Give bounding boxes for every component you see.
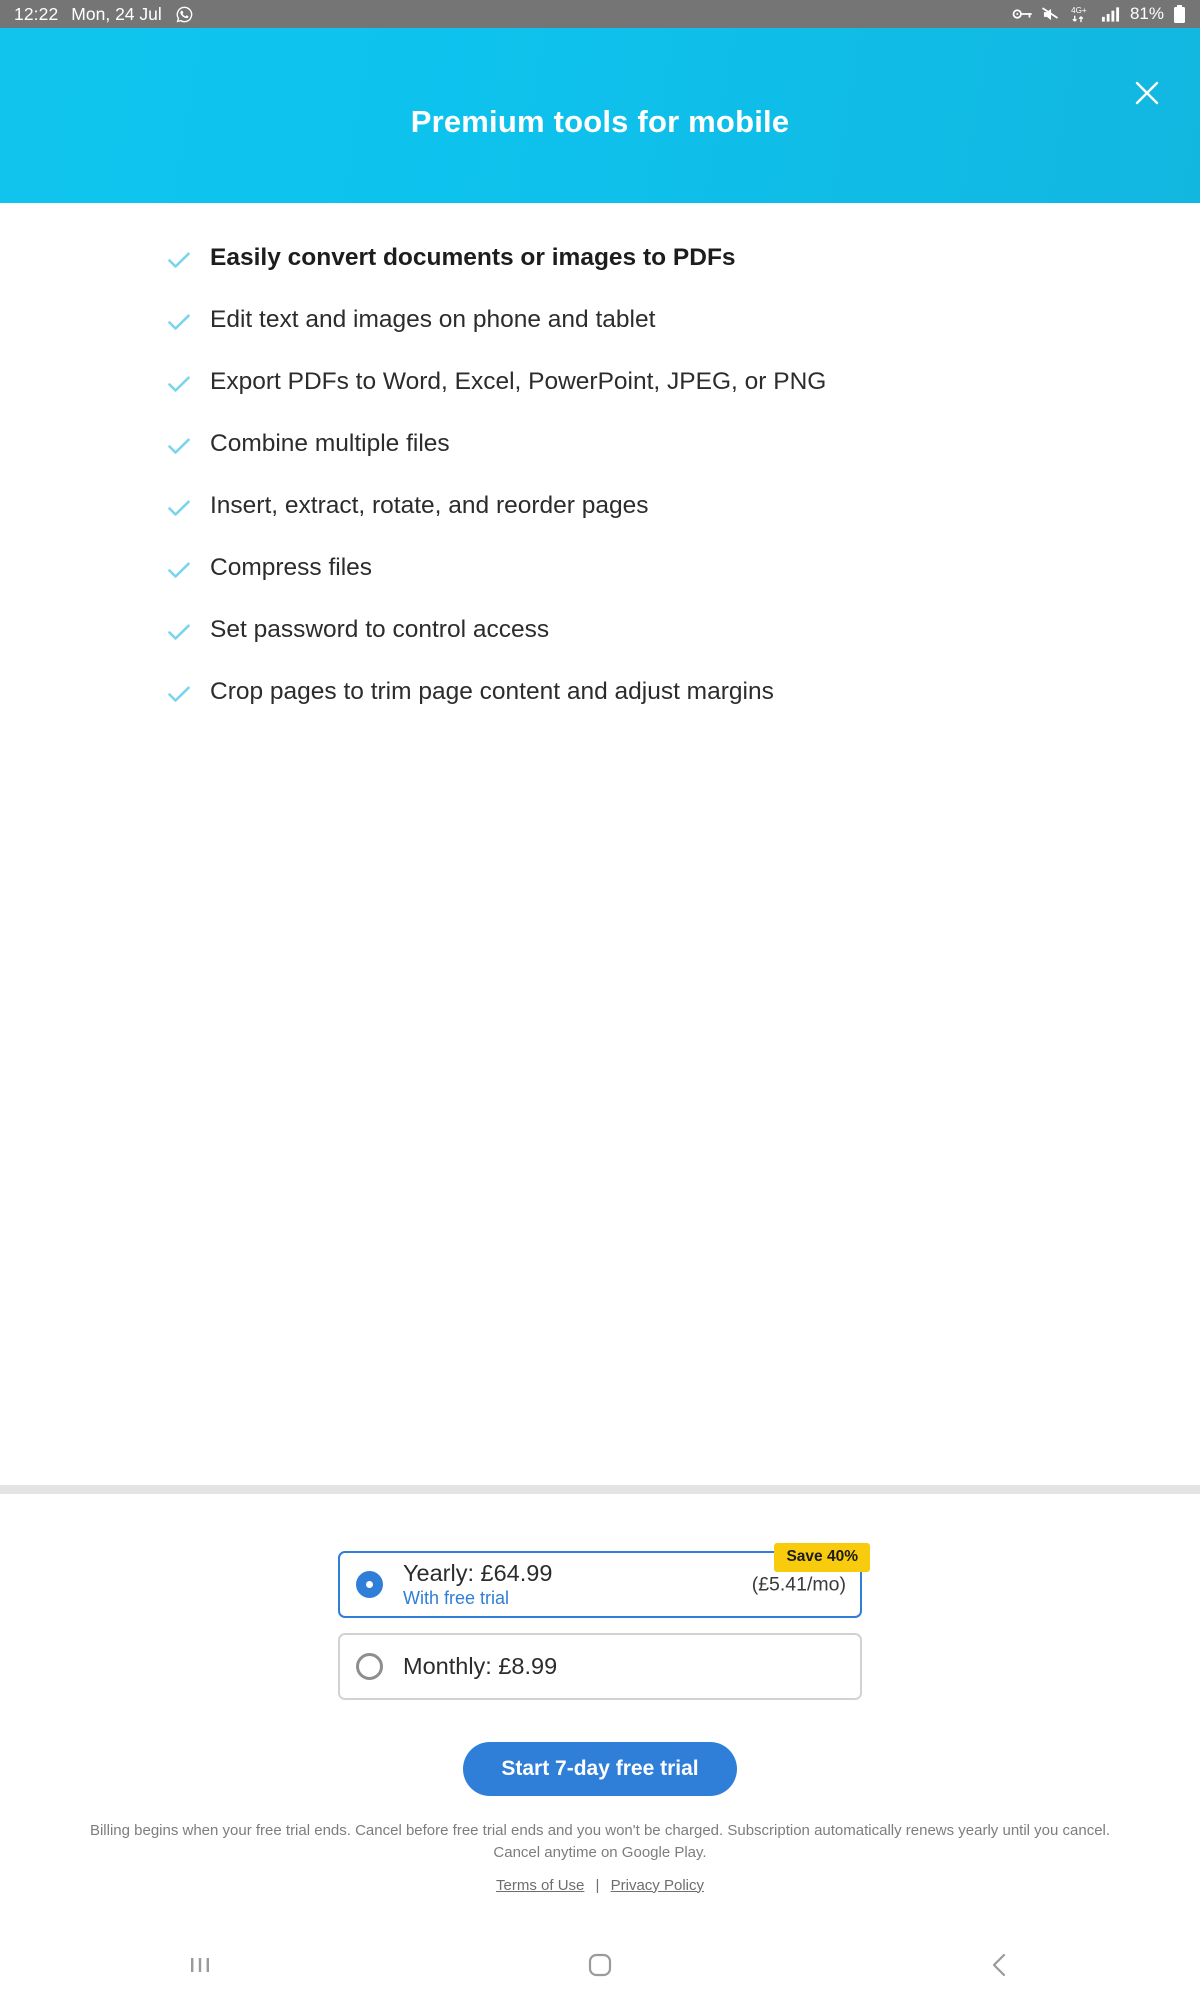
- status-time: 12:22: [14, 3, 59, 24]
- back-button[interactable]: [940, 1952, 1060, 1978]
- plan-option-monthly[interactable]: Monthly: £8.99: [338, 1633, 862, 1700]
- feature-label: Combine multiple files: [210, 430, 450, 457]
- list-item: Compress files: [0, 553, 1200, 615]
- feature-label: Crop pages to trim page content and adju…: [210, 678, 774, 705]
- list-item: Easily convert documents or images to PD…: [0, 243, 1200, 305]
- list-item: Combine multiple files: [0, 429, 1200, 491]
- plan-monthly-title: Monthly: £8.99: [403, 1653, 558, 1680]
- list-item: Set password to control access: [0, 615, 1200, 677]
- whatsapp-icon: [175, 5, 194, 24]
- list-item: Export PDFs to Word, Excel, PowerPoint, …: [0, 367, 1200, 429]
- radio-monthly[interactable]: [356, 1653, 383, 1680]
- 4g-plus-data-icon: 4G+: [1070, 5, 1092, 23]
- list-item: Crop pages to trim page content and adju…: [0, 677, 1200, 739]
- status-bar-right: 4G+ 81%: [1012, 4, 1186, 24]
- system-navigation-bar: [0, 1930, 1200, 2000]
- plan-options: Save 40% Yearly: £64.99 With free trial …: [338, 1543, 870, 1700]
- legal-disclaimer: Billing begins when your free trial ends…: [89, 1822, 1111, 1861]
- mute-icon: [1041, 6, 1061, 23]
- legal-links: Terms of Use | Privacy Policy: [0, 1877, 1200, 1894]
- plan-monthly-content: Monthly: £8.99: [403, 1653, 557, 1679]
- close-icon: [1135, 81, 1159, 105]
- signal-bars-icon: [1101, 6, 1120, 22]
- back-icon: [992, 1953, 1006, 1977]
- feature-label: Easily convert documents or images to PD…: [210, 244, 736, 271]
- feature-label: Set password to control access: [210, 616, 550, 643]
- check-icon: [168, 305, 190, 336]
- feature-label: Compress files: [210, 554, 373, 581]
- terms-of-use-link[interactable]: Terms of Use: [496, 1877, 584, 1894]
- page-title: Premium tools for mobile: [410, 103, 790, 139]
- check-icon: [168, 615, 190, 646]
- status-date: Mon, 24 Jul: [71, 3, 162, 24]
- link-separator: |: [595, 1876, 600, 1894]
- battery-percent: 81%: [1129, 4, 1164, 23]
- plan-yearly-subtitle: With free trial: [403, 1588, 510, 1609]
- privacy-policy-link[interactable]: Privacy Policy: [611, 1877, 704, 1894]
- pricing-section: Save 40% Yearly: £64.99 With free trial …: [0, 1494, 1200, 1894]
- radio-yearly[interactable]: [356, 1571, 383, 1598]
- home-icon: [588, 1953, 612, 1977]
- app-screen: 12:22 Mon, 24 Jul 4G+ 81% Premium tools …: [0, 0, 1200, 2000]
- status-bar-left: 12:22 Mon, 24 Jul: [14, 4, 194, 25]
- recents-icon: [191, 1958, 209, 1972]
- feature-list: Easily convert documents or images to PD…: [0, 203, 1200, 739]
- list-item: Edit text and images on phone and tablet: [0, 305, 1200, 367]
- plan-yearly-monthly-equivalent: (£5.41/mo): [751, 1573, 846, 1595]
- close-button[interactable]: [1126, 72, 1168, 114]
- check-icon: [168, 429, 190, 460]
- list-item: Insert, extract, rotate, and reorder pag…: [0, 491, 1200, 553]
- plan-yearly-title: Yearly: £64.99: [403, 1559, 553, 1586]
- status-bar: 12:22 Mon, 24 Jul 4G+ 81%: [0, 0, 1200, 28]
- check-icon: [168, 553, 190, 584]
- home-button[interactable]: [540, 1952, 660, 1978]
- feature-label: Export PDFs to Word, Excel, PowerPoint, …: [210, 368, 827, 395]
- svg-text:4G+: 4G+: [1071, 6, 1087, 15]
- plan-yearly-content: Yearly: £64.99 With free trial: [403, 1560, 552, 1609]
- check-icon: [168, 491, 190, 522]
- recents-button[interactable]: [140, 1953, 260, 1977]
- start-free-trial-button[interactable]: Start 7-day free trial: [463, 1742, 737, 1796]
- battery-icon: [1173, 4, 1186, 24]
- premium-header: Premium tools for mobile: [0, 28, 1200, 203]
- section-divider: [0, 1485, 1200, 1494]
- cta-container: Start 7-day free trial: [0, 1742, 1200, 1796]
- check-icon: [168, 677, 190, 708]
- save-badge: Save 40%: [774, 1543, 870, 1572]
- check-icon: [168, 243, 190, 274]
- check-icon: [168, 367, 190, 398]
- feature-label: Edit text and images on phone and tablet: [210, 306, 656, 333]
- vpn-key-icon: [1012, 6, 1033, 22]
- feature-label: Insert, extract, rotate, and reorder pag…: [210, 492, 649, 519]
